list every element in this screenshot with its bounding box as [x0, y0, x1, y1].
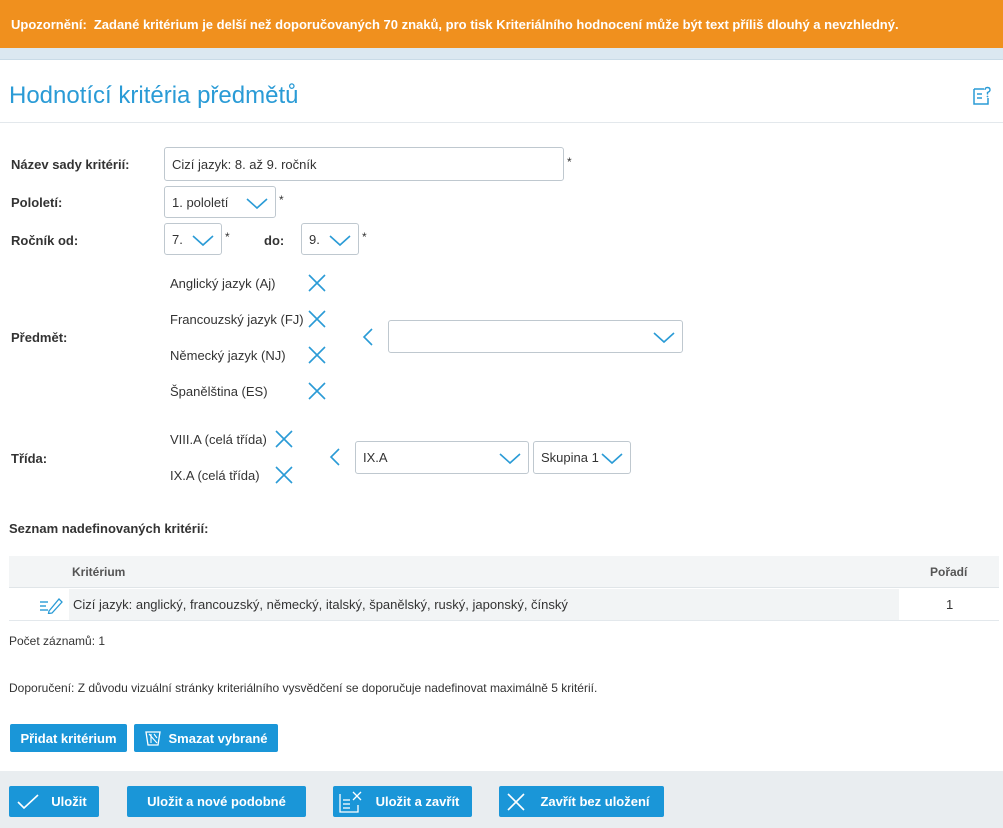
save-close-button[interactable]: Uložit a zavřít [333, 786, 472, 817]
save-close-label: Uložit a zavřít [375, 794, 460, 809]
chevron-down-icon [499, 453, 521, 465]
required-mark: * [279, 193, 284, 207]
close-icon [507, 792, 525, 811]
save-close-icon [339, 791, 362, 813]
grade-from-label: Ročník od: [11, 233, 79, 248]
delete-selected-label: Smazat vybrané [168, 730, 268, 746]
record-count: Počet záznamů: 1 [9, 634, 106, 648]
class-select-value: IX.A [363, 450, 388, 465]
group-select-value: Skupina 1 [541, 450, 599, 465]
grade-from-select[interactable]: 7. [164, 223, 222, 255]
grade-from-value: 7. [172, 231, 183, 247]
close-without-save-button[interactable]: Zavřít bez uložení [499, 786, 664, 817]
title-divider [0, 122, 1003, 123]
subject-item: Německý jazyk (NJ) [170, 348, 286, 363]
edit-icon[interactable] [39, 596, 63, 615]
criterion-text: Cizí jazyk: anglický, francouzský, němec… [73, 597, 568, 612]
warning-label: Upozornění: [11, 16, 87, 32]
help-icon[interactable] [972, 86, 992, 106]
column-header-order[interactable]: Pořadí [930, 565, 967, 579]
warning-message: Zadané kritérium je delší než doporučova… [93, 16, 899, 32]
subject-select[interactable] [388, 320, 683, 353]
delete-icon [144, 731, 161, 746]
semester-select[interactable]: 1. pololetí [164, 186, 276, 218]
semester-value: 1. pololetí [172, 194, 229, 210]
grade-to-value: 9. [309, 231, 320, 247]
criteria-table-header: Kritérium Pořadí [9, 556, 999, 588]
header-stripe [0, 48, 1003, 60]
close-icon[interactable] [307, 273, 327, 293]
semester-label: Pololetí: [11, 195, 63, 210]
close-icon[interactable] [307, 381, 327, 401]
required-mark: * [362, 230, 367, 244]
page-title: Hodnotící kritéria předmětů [9, 82, 299, 109]
chevron-down-icon [246, 198, 268, 210]
table-row[interactable]: Cizí jazyk: anglický, francouzský, němec… [9, 589, 999, 621]
name-label: Název sady kritérií: [11, 157, 130, 172]
criteria-section-title: Seznam nadefinovaných kritérií: [9, 521, 209, 536]
chevron-down-icon [601, 453, 623, 465]
class-item: VIII.A (celá třída) [170, 432, 267, 447]
column-header-criterion[interactable]: Kritérium [72, 565, 125, 579]
subject-item: Španělština (ES) [170, 384, 268, 399]
required-mark: * [225, 230, 230, 244]
save-button[interactable]: Uložit [9, 786, 99, 817]
warning-banner: Upozornění: Zadané kritérium je delší ne… [0, 0, 1003, 48]
close-icon[interactable] [307, 309, 327, 329]
save-label: Uložit [51, 794, 87, 809]
subject-label: Předmět: [11, 330, 68, 345]
close-icon[interactable] [274, 465, 294, 485]
chevron-left-icon[interactable] [328, 447, 342, 467]
class-item: IX.A (celá třída) [170, 468, 260, 483]
group-select[interactable]: Skupina 1 [533, 441, 631, 474]
recommendation-text: Doporučení: Z důvodu vizuální stránky kr… [9, 681, 598, 695]
chevron-left-icon[interactable] [361, 327, 375, 347]
name-input[interactable]: Cizí jazyk: 8. až 9. ročník [164, 147, 564, 181]
required-mark: * [567, 155, 572, 169]
close-without-save-label: Zavřít bez uložení [540, 794, 650, 809]
grade-to-label: do: [264, 233, 285, 248]
subject-item: Francouzský jazyk (FJ) [170, 312, 304, 327]
add-criterion-label: Přidat kritérium [20, 730, 117, 746]
close-icon[interactable] [307, 345, 327, 365]
order-value: 1 [946, 597, 954, 612]
class-select[interactable]: IX.A [355, 441, 529, 474]
check-icon [17, 793, 39, 809]
class-label: Třída: [11, 451, 48, 466]
add-criterion-button[interactable]: Přidat kritérium [10, 724, 127, 752]
chevron-down-icon [329, 235, 351, 247]
save-new-similar-button[interactable]: Uložit a nové podobné [127, 786, 306, 817]
close-icon[interactable] [274, 429, 294, 449]
delete-selected-button[interactable]: Smazat vybrané [134, 724, 278, 752]
subject-item: Anglický jazyk (Aj) [170, 276, 276, 291]
save-new-similar-label: Uložit a nové podobné [147, 794, 286, 809]
grade-to-select[interactable]: 9. [301, 223, 359, 255]
chevron-down-icon [192, 235, 214, 247]
chevron-down-icon [653, 332, 675, 344]
